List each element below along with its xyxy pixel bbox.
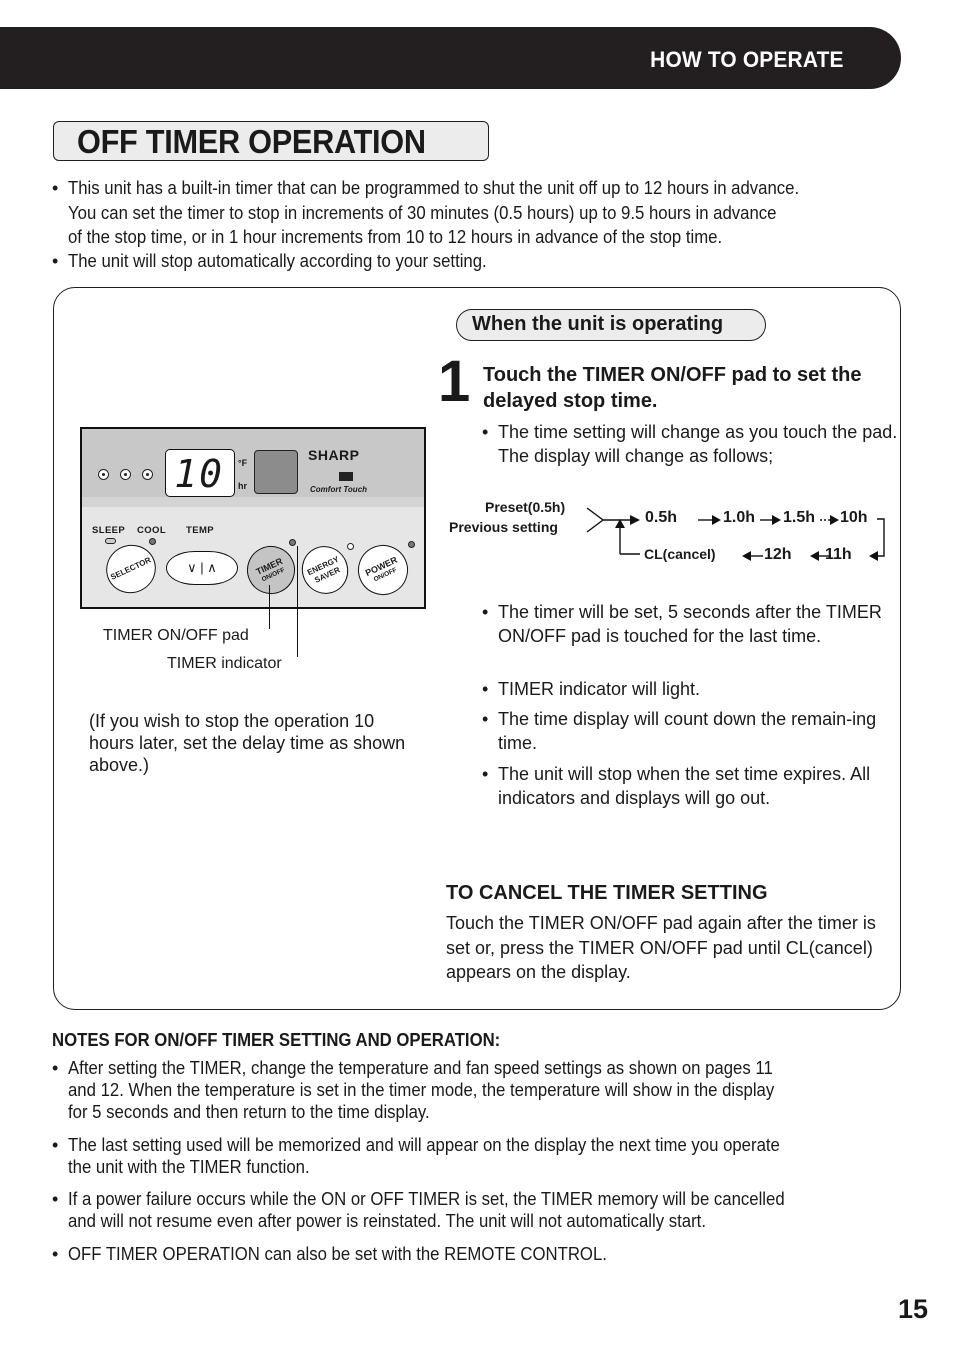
step-number: 1 [438, 349, 471, 414]
note-item: • If a power failure occurs while the ON… [52, 1188, 932, 1232]
note-line: OFF TIMER OPERATION can also be set with… [68, 1244, 607, 1264]
condition-label: When the unit is operating [472, 313, 724, 335]
bullet-dot: • [482, 764, 489, 784]
step-title: Touch the TIMER ON/OFF pad to set the de… [483, 364, 862, 412]
sleep-label: SLEEP [92, 525, 126, 536]
temp-adjust-button[interactable]: ∨ | ∧ [166, 551, 238, 585]
note-line: If a power failure occurs while the ON o… [68, 1189, 785, 1209]
timer-indicator-light [289, 539, 296, 546]
bullet-dot: • [482, 422, 489, 442]
unit-hours: hr [238, 481, 247, 491]
bracket-chevron [586, 507, 605, 533]
result-bullet: • The timer will be set, 5 seconds after… [482, 600, 902, 648]
result-bullet: • The unit will stop when the set time e… [482, 762, 902, 810]
intro-bullet: • The unit will stop automatically accor… [52, 249, 912, 274]
step-bullet-text: The time setting will change as you touc… [498, 422, 898, 466]
control-panel-illustration: 10 °F hr SHARP Comfort Touch SLEEP COOL … [80, 427, 426, 609]
note-item: • The last setting used will be memorize… [52, 1134, 932, 1178]
seq-step: 1.5h [783, 509, 816, 526]
unit-fahrenheit: °F [238, 458, 248, 468]
page-title: OFF TIMER OPERATION [77, 123, 426, 160]
brand-logo: SHARP [308, 447, 360, 463]
sleep-indicator [105, 538, 116, 544]
fan-speed-icon [120, 469, 131, 480]
comfort-touch-icon [339, 472, 353, 481]
control-panel-strip [82, 497, 424, 507]
seq-step: 1.0h [723, 509, 756, 526]
result-bullet: • TIMER indicator will light. [482, 677, 902, 701]
bullet-dot: • [52, 251, 59, 271]
intro-line: of the stop time, or in 1 hour increment… [68, 227, 723, 247]
arrow-head [772, 515, 781, 525]
pad-leader-line [269, 585, 271, 629]
cancel-heading: TO CANCEL THE TIMER SETTING [446, 882, 768, 904]
note-item: • After setting the TIMER, change the te… [52, 1057, 932, 1123]
indicator-leader-line [297, 546, 299, 657]
arrow-head [810, 551, 819, 561]
cancel-instructions: Touch the TIMER ON/OFF pad again after t… [446, 913, 876, 982]
arrow-head [830, 515, 839, 525]
fan-speed-icon [98, 469, 109, 480]
bullet-dot: • [52, 1244, 59, 1264]
energy-saver-indicator [347, 543, 354, 550]
result-bullet: • The time display will count down the r… [482, 707, 902, 755]
result-bullet-text: TIMER indicator will light. [498, 679, 701, 699]
note-line: The last setting used will be memorized … [68, 1135, 780, 1155]
seq-step: 12h [764, 546, 792, 563]
arrow-head [712, 515, 721, 525]
bullet-dot: • [52, 1135, 59, 1155]
page-number: 15 [897, 1294, 928, 1324]
note-line: and 12. When the temperature is set in t… [68, 1080, 775, 1100]
seq-cancel: CL(cancel) [644, 546, 716, 562]
temp-label: TEMP [186, 525, 214, 536]
lcd-value: 10 [174, 452, 224, 496]
fan-speed-icon [142, 469, 153, 480]
arrow-head [630, 515, 640, 525]
seq-step: 10h [840, 509, 868, 526]
result-bullet-text: The timer will be set, 5 seconds after t… [498, 602, 882, 646]
bullet-dot: • [482, 679, 489, 699]
cool-label: COOL [137, 525, 167, 536]
result-bullet-text: The time display will count down the rem… [498, 709, 877, 753]
intro-line: You can set the timer to stop in increme… [68, 202, 777, 223]
timer-on-off-button[interactable]: TIMER ON/OFF [239, 538, 303, 602]
cool-indicator [149, 538, 156, 545]
note-item: • OFF TIMER OPERATION can also be set wi… [52, 1243, 932, 1265]
result-bullet-text: The unit will stop when the set time exp… [498, 764, 871, 808]
bullet-dot: • [52, 178, 59, 198]
return-line [877, 518, 885, 557]
bullet-dot: • [482, 602, 489, 622]
example-note: (If you wish to stop the operation 10 ho… [89, 711, 406, 775]
notes-heading: NOTES FOR ON/OFF TIMER SETTING AND OPERA… [52, 1030, 501, 1050]
bullet-dot: • [52, 1058, 59, 1078]
callout-timer-pad: TIMER ON/OFF pad [103, 627, 249, 644]
note-line: for 5 seconds and then return to the tim… [68, 1102, 430, 1122]
seq-step: 11h [825, 546, 852, 563]
control-panel-top [82, 429, 424, 497]
note-line: and will not resume even after power is … [68, 1211, 706, 1231]
note-line: the unit with the TIMER function. [68, 1157, 310, 1177]
sensor-window [254, 450, 298, 494]
selector-button[interactable]: SELECTOR [98, 536, 164, 602]
arrow-head [869, 551, 878, 561]
callout-timer-indicator: TIMER indicator [167, 655, 282, 672]
brand-subtitle: Comfort Touch [310, 485, 368, 494]
step-bullet: • The time setting will change as you to… [482, 420, 902, 468]
section-header-label: HOW TO OPERATE [650, 47, 844, 72]
power-button[interactable]: POWER ON/OFF [349, 536, 417, 604]
intro-line: This unit has a built-in timer that can … [68, 178, 800, 198]
intro-line: The unit will stop automatically accordi… [68, 251, 487, 271]
intro-bullet: • This unit has a built-in timer that ca… [52, 176, 912, 250]
bullet-dot: • [52, 1189, 59, 1209]
arrow-head [742, 551, 751, 561]
bullet-dot: • [482, 709, 489, 729]
power-indicator [408, 541, 415, 548]
lcd-display: 10 [165, 449, 235, 497]
note-line: After setting the TIMER, change the temp… [68, 1058, 773, 1078]
seq-step: 0.5h [645, 509, 678, 526]
